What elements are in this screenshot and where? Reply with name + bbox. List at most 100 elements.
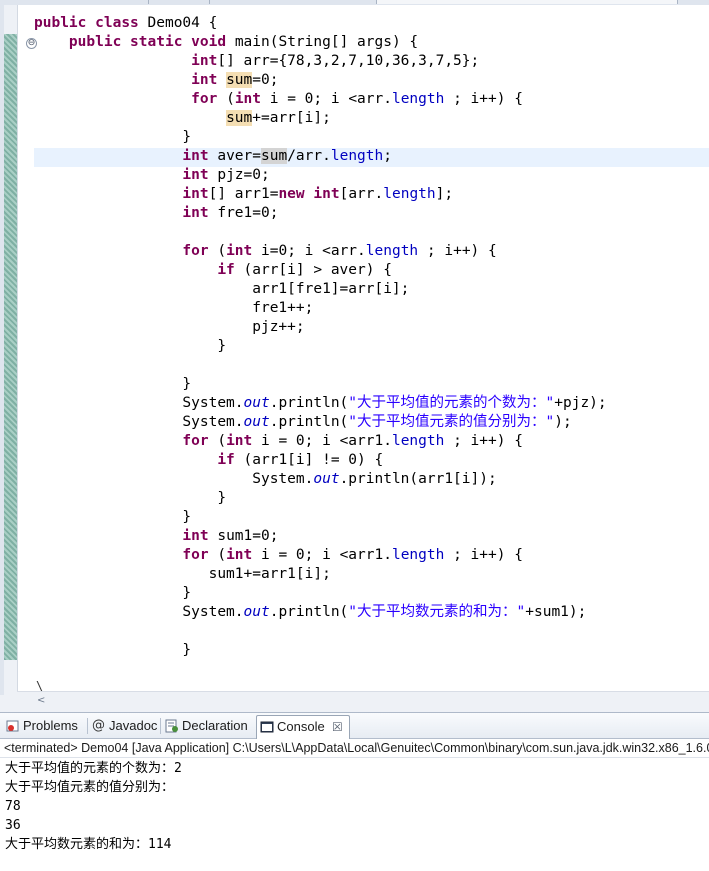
code-token: out: [243, 604, 270, 620]
code-token: ; i++) {: [444, 91, 523, 107]
code-token: int: [226, 243, 253, 259]
code-line: int[] arr1=new int[arr.length];: [34, 185, 453, 204]
code-token: length: [391, 91, 445, 107]
code-line: fre1++;: [34, 299, 313, 318]
code-token: ; i++) {: [418, 243, 497, 259]
code-token: System.: [34, 414, 244, 430]
code-token: length: [391, 433, 445, 449]
code-token: }: [34, 509, 192, 525]
code-token: for: [191, 91, 218, 107]
code-token: pjz++;: [34, 319, 305, 335]
code-token: fre1++;: [34, 300, 314, 316]
code-line: System.out.println("大于平均数元素的和为："+sum1);: [34, 603, 586, 622]
console-output-line: 78: [5, 799, 21, 814]
code-line: public class Demo04 {: [34, 14, 217, 33]
tab-problems[interactable]: Problems: [3, 715, 85, 739]
close-icon[interactable]: ☒: [332, 719, 343, 735]
code-token: sum1+=arr1[i];: [34, 566, 331, 582]
code-line: for (int i = 0; i <arr1.length ; i++) {: [34, 546, 523, 565]
code-line: arr1[fre1]=arr[i];: [34, 280, 409, 299]
code-token: System.: [34, 604, 244, 620]
code-token: length: [330, 148, 384, 164]
code-token: ; i++) {: [444, 433, 523, 449]
code-line: for (int i=0; i <arr.length ; i++) {: [34, 242, 497, 261]
console-icon: [260, 721, 274, 733]
code-token: }: [34, 338, 227, 354]
code-token: public: [68, 34, 122, 50]
code-token: i = 0; i <arr1.: [252, 547, 392, 563]
tab-console-label: Console: [277, 719, 325, 734]
code-line: int fre1=0;: [34, 204, 278, 223]
code-token: public: [34, 15, 87, 31]
change-ruler: [4, 34, 17, 660]
code-token: "大于平均数元素的和为：": [348, 604, 526, 620]
code-token: class: [95, 15, 139, 31]
code-token: length: [383, 186, 436, 202]
console-output-line: 大于平均数元素的和为：114: [5, 837, 172, 852]
code-token: }: [34, 490, 227, 506]
code-token: main(String[] args) {: [226, 34, 419, 50]
code-token: .println(: [269, 395, 349, 411]
tab-declaration[interactable]: Declaration: [162, 715, 254, 739]
code-line: for (int i = 0; i <arr1.length ; i++) {: [34, 432, 523, 451]
code-editor[interactable]: ⊖ public class Demo04 { public static vo…: [0, 0, 709, 712]
code-token: =0;: [252, 72, 279, 88]
tab-console[interactable]: Console ☒: [256, 715, 350, 739]
code-token: void: [191, 34, 227, 50]
code-token: [] arr1=: [208, 186, 279, 202]
code-token: int: [191, 53, 218, 69]
code-token: System.: [34, 395, 244, 411]
code-token: ;: [383, 148, 392, 164]
code-line: pjz++;: [34, 318, 305, 337]
code-token: Demo04 {: [138, 15, 218, 31]
code-token: [] arr={78,3,2,7,10,36,3,7,5};: [217, 53, 480, 69]
code-token: sum: [261, 148, 288, 164]
tab-declaration-label: Declaration: [182, 718, 248, 733]
tab-javadoc-label: Javadoc: [109, 718, 158, 733]
code-line: sum1+=arr1[i];: [34, 565, 331, 584]
code-token: sum: [226, 110, 253, 126]
code-line: int aver=sum/arr.length;: [34, 147, 392, 166]
code-token: int: [191, 72, 218, 88]
code-token: ; i++) {: [444, 547, 523, 563]
code-token: int: [313, 186, 340, 202]
code-token: i = 0; i <arr1.: [252, 433, 392, 449]
scroll-left-arrow-icon[interactable]: <: [37, 695, 45, 707]
code-token: sum1=0;: [208, 528, 279, 544]
code-token: if: [217, 262, 235, 278]
code-token: +sum1);: [525, 604, 587, 620]
console-output-line: 大于平均值元素的值分别为：: [5, 780, 175, 795]
code-token: for: [182, 547, 209, 563]
tab-problems-label: Problems: [23, 718, 78, 733]
code-line: int sum1=0;: [34, 527, 278, 546]
code-token: for: [182, 433, 209, 449]
code-token: arr1[fre1]=arr[i];: [34, 281, 410, 297]
code-token: aver=: [208, 148, 261, 164]
code-line: for (int i = 0; i <arr.length ; i++) {: [34, 90, 523, 109]
code-token: int: [182, 205, 209, 221]
tab-javadoc[interactable]: @ Javadoc: [89, 715, 159, 739]
declaration-icon: [165, 719, 178, 733]
code-token: length: [365, 243, 419, 259]
code-line: System.out.println("大于平均值的元素的个数为："+pjz);: [34, 394, 607, 413]
code-token: .println(: [269, 414, 349, 430]
code-line: System.out.println("大于平均值元素的值分别为：");: [34, 413, 571, 432]
code-token: }: [34, 129, 192, 145]
code-token: System.: [34, 471, 314, 487]
code-token: +pjz);: [554, 395, 607, 411]
code-token: i=0; i <arr.: [252, 243, 366, 259]
code-line: int sum=0;: [34, 71, 278, 90]
editor-horizontal-scrollbar[interactable]: <: [17, 691, 709, 712]
code-token: static: [130, 34, 183, 50]
